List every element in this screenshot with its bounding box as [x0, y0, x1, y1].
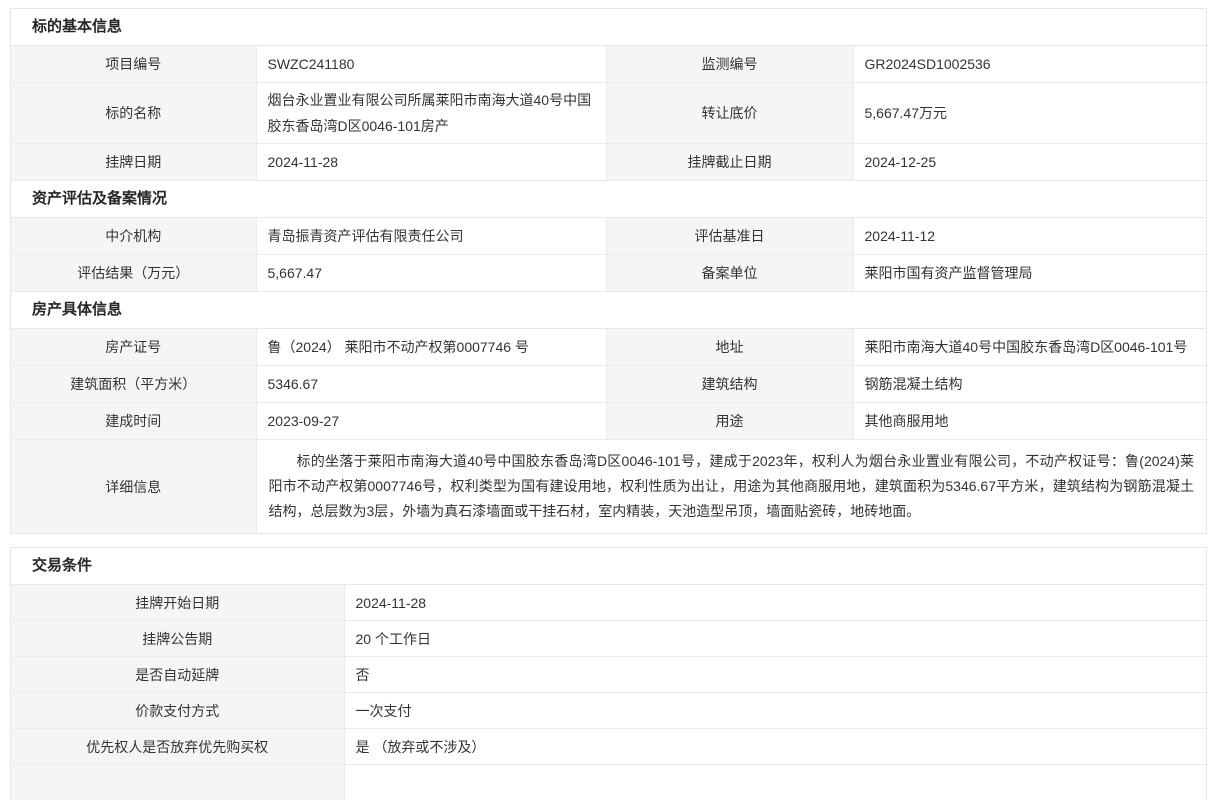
- section-title-appraisal: 资产评估及备案情况: [11, 181, 1206, 218]
- table-row: 挂牌开始日期 2024-11-28: [11, 585, 1206, 621]
- field-label-listing-start-date: 挂牌开始日期: [11, 585, 344, 621]
- table-row: 挂牌公告期 20 个工作日: [11, 621, 1206, 657]
- field-value-detail-info: 标的坐落于莱阳市南海大道40号中国胶东香岛湾D区0046-101号，建成于202…: [256, 440, 1206, 534]
- field-label-payment-method: 价款支付方式: [11, 693, 344, 729]
- detail-paragraph: 标的坐落于莱阳市南海大道40号中国胶东香岛湾D区0046-101号，建成于202…: [269, 449, 1195, 524]
- field-label-floor-price: 转让底价: [606, 83, 853, 144]
- field-value-filing-unit: 莱阳市国有资产监督管理局: [853, 255, 1206, 292]
- table-row: 挂牌日期 2024-11-28 挂牌截止日期 2024-12-25: [11, 144, 1206, 181]
- table-row: 房产证号 鲁（2024） 莱阳市不动产权第0007746 号 地址 莱阳市南海大…: [11, 329, 1206, 366]
- field-value-land-use: 其他商服用地: [853, 403, 1206, 440]
- field-value-completion-date: 2023-09-27: [256, 403, 606, 440]
- table-row-partial-cutoff: [11, 765, 1206, 800]
- section-title-trade-conditions: 交易条件: [11, 548, 1206, 585]
- field-value-structure: 钢筋混凝土结构: [853, 366, 1206, 403]
- field-label-project-no: 项目编号: [11, 46, 256, 83]
- field-value-preemptive-right-waiver: 是 （放弃或不涉及）: [344, 729, 1206, 765]
- field-value-floor-price: 5,667.47万元: [853, 83, 1206, 144]
- field-label-detail-info: 详细信息: [11, 440, 256, 534]
- panel-trade-conditions: 交易条件 挂牌开始日期 2024-11-28 挂牌公告期 20 个工作日 是否自…: [10, 547, 1207, 800]
- field-label-appraisal-base-date: 评估基准日: [606, 218, 853, 255]
- field-label-structure: 建筑结构: [606, 366, 853, 403]
- field-value-listing-end-date: 2024-12-25: [853, 144, 1206, 181]
- field-value-monitor-no: GR2024SD1002536: [853, 46, 1206, 83]
- field-label-deed-no: 房产证号: [11, 329, 256, 366]
- table-row: 建筑面积（平方米） 5346.67 建筑结构 钢筋混凝土结构: [11, 366, 1206, 403]
- field-label-land-use: 用途: [606, 403, 853, 440]
- table-row-detail: 详细信息 标的坐落于莱阳市南海大道40号中国胶东香岛湾D区0046-101号，建…: [11, 440, 1206, 534]
- property-info-table: 房产证号 鲁（2024） 莱阳市不动产权第0007746 号 地址 莱阳市南海大…: [11, 329, 1206, 533]
- field-value-appraisal-result: 5,667.47: [256, 255, 606, 292]
- field-value-cutoff: [344, 765, 1206, 800]
- panel-asset-info: 标的基本信息 项目编号 SWZC241180 监测编号 GR2024SD1002…: [10, 8, 1207, 534]
- field-label-filing-unit: 备案单位: [606, 255, 853, 292]
- table-row: 优先权人是否放弃优先购买权 是 （放弃或不涉及）: [11, 729, 1206, 765]
- field-value-deed-no: 鲁（2024） 莱阳市不动产权第0007746 号: [256, 329, 606, 366]
- field-label-agency: 中介机构: [11, 218, 256, 255]
- field-value-announcement-period: 20 个工作日: [344, 621, 1206, 657]
- field-value-agency: 青岛振青资产评估有限责任公司: [256, 218, 606, 255]
- section-title-property-info: 房产具体信息: [11, 292, 1206, 329]
- field-value-payment-method: 一次支付: [344, 693, 1206, 729]
- field-label-monitor-no: 监测编号: [606, 46, 853, 83]
- table-row: 价款支付方式 一次支付: [11, 693, 1206, 729]
- field-label-listing-date: 挂牌日期: [11, 144, 256, 181]
- field-value-address: 莱阳市南海大道40号中国胶东香岛湾D区0046-101号: [853, 329, 1206, 366]
- field-label-appraisal-result: 评估结果（万元）: [11, 255, 256, 292]
- field-value-listing-start-date: 2024-11-28: [344, 585, 1206, 621]
- field-label-floor-area: 建筑面积（平方米）: [11, 366, 256, 403]
- field-label-announcement-period: 挂牌公告期: [11, 621, 344, 657]
- table-row: 评估结果（万元） 5,667.47 备案单位 莱阳市国有资产监督管理局: [11, 255, 1206, 292]
- field-label-address: 地址: [606, 329, 853, 366]
- field-value-auto-extension: 否: [344, 657, 1206, 693]
- field-value-project-no: SWZC241180: [256, 46, 606, 83]
- field-label-cutoff: [11, 765, 344, 800]
- basic-info-table: 项目编号 SWZC241180 监测编号 GR2024SD1002536 标的名…: [11, 46, 1206, 181]
- table-row: 项目编号 SWZC241180 监测编号 GR2024SD1002536: [11, 46, 1206, 83]
- field-label-target-name: 标的名称: [11, 83, 256, 144]
- field-label-preemptive-right-waiver: 优先权人是否放弃优先购买权: [11, 729, 344, 765]
- table-row: 标的名称 烟台永业置业有限公司所属莱阳市南海大道40号中国胶东香岛湾D区0046…: [11, 83, 1206, 144]
- field-label-listing-end-date: 挂牌截止日期: [606, 144, 853, 181]
- field-value-appraisal-base-date: 2024-11-12: [853, 218, 1206, 255]
- table-row: 是否自动延牌 否: [11, 657, 1206, 693]
- field-label-completion-date: 建成时间: [11, 403, 256, 440]
- appraisal-table: 中介机构 青岛振青资产评估有限责任公司 评估基准日 2024-11-12 评估结…: [11, 218, 1206, 292]
- table-row: 中介机构 青岛振青资产评估有限责任公司 评估基准日 2024-11-12: [11, 218, 1206, 255]
- trade-conditions-table: 挂牌开始日期 2024-11-28 挂牌公告期 20 个工作日 是否自动延牌 否…: [11, 585, 1206, 800]
- field-value-floor-area: 5346.67: [256, 366, 606, 403]
- field-value-target-name: 烟台永业置业有限公司所属莱阳市南海大道40号中国胶东香岛湾D区0046-101房…: [256, 83, 606, 144]
- field-label-auto-extension: 是否自动延牌: [11, 657, 344, 693]
- table-row: 建成时间 2023-09-27 用途 其他商服用地: [11, 403, 1206, 440]
- field-value-listing-date: 2024-11-28: [256, 144, 606, 181]
- section-title-basic-info: 标的基本信息: [11, 9, 1206, 46]
- asset-listing-page: 标的基本信息 项目编号 SWZC241180 监测编号 GR2024SD1002…: [0, 0, 1211, 800]
